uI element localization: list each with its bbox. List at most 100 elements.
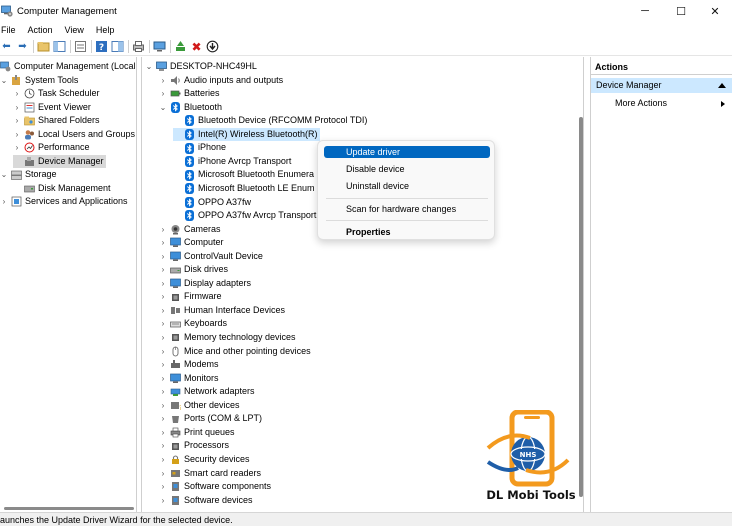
chevron-right-icon[interactable]: ›	[13, 87, 21, 101]
up-folder-icon[interactable]	[37, 40, 50, 53]
chevron-right-icon[interactable]: ›	[159, 304, 167, 318]
device-item-intel-r-wireless-bluetooth-r[interactable]: Intel(R) Wireless Bluetooth(R)	[173, 127, 320, 142]
chevron-right-icon[interactable]: ›	[159, 277, 167, 291]
device-item-desktop-nhc49hl[interactable]: ⌄ DESKTOP-NHC49HL	[145, 60, 257, 74]
chevron-right-icon[interactable]: ›	[159, 358, 167, 372]
context-disable-device[interactable]: Disable device	[324, 163, 490, 175]
horizontal-scrollbar[interactable]	[4, 507, 134, 510]
chevron-right-icon[interactable]: ›	[159, 263, 167, 277]
tree-item-event-viewer[interactable]: › Event Viewer	[13, 101, 91, 115]
tree-item-system-tools[interactable]: ⌄ System Tools	[0, 74, 78, 88]
device-item-computer[interactable]: › Computer	[159, 236, 224, 250]
chevron-right-icon[interactable]: ›	[159, 87, 167, 101]
chevron-right-icon[interactable]: ›	[13, 128, 21, 142]
maximize-button[interactable]: ☐	[664, 0, 698, 22]
chevron-right-icon[interactable]: ›	[159, 250, 167, 264]
chevron-right-icon[interactable]: ›	[159, 399, 167, 413]
properties-icon[interactable]	[74, 40, 87, 53]
tree-item-device-manager[interactable]: Device Manager	[13, 154, 106, 168]
forward-arrow-icon[interactable]: ➡	[16, 40, 29, 53]
device-item-oppo-a37fw-avrcp-transport[interactable]: OPPO A37fw Avrcp Transport	[173, 209, 316, 223]
context-scan-for-hardware-changes[interactable]: Scan for hardware changes	[324, 203, 490, 215]
help-icon[interactable]: ?	[95, 40, 108, 53]
more-actions[interactable]: More Actions	[615, 98, 667, 108]
device-item-iphone-avrcp-transport[interactable]: iPhone Avrcp Transport	[173, 155, 291, 169]
device-item-audio-inputs-and-outputs[interactable]: › Audio inputs and outputs	[159, 74, 283, 88]
chevron-down-icon[interactable]: ⌄	[0, 168, 8, 182]
collapse-arrow-icon[interactable]	[718, 83, 726, 88]
chevron-right-icon[interactable]: ›	[13, 141, 21, 155]
device-item-security-devices[interactable]: › Security devices	[159, 453, 250, 467]
chevron-right-icon[interactable]: ›	[159, 426, 167, 440]
device-item-software-devices[interactable]: › Software devices	[159, 494, 253, 508]
device-item-microsoft-bluetooth-le-enum[interactable]: Microsoft Bluetooth LE Enum	[173, 182, 315, 196]
device-item-bluetooth-device-rfcomm-protocol-tdi[interactable]: Bluetooth Device (RFCOMM Protocol TDI)	[173, 114, 367, 128]
device-item-batteries[interactable]: › Batteries	[159, 87, 220, 101]
device-item-microsoft-bluetooth-enumera[interactable]: Microsoft Bluetooth Enumera	[173, 168, 314, 182]
menu-view[interactable]: View	[65, 25, 84, 35]
update-driver-icon[interactable]	[174, 40, 187, 53]
tree-item-performance[interactable]: › Performance	[13, 141, 90, 155]
device-item-print-queues[interactable]: › Print queues	[159, 426, 235, 440]
device-item-disk-drives[interactable]: › Disk drives	[159, 263, 228, 277]
device-item-modems[interactable]: › Modems	[159, 358, 219, 372]
device-item-mice-and-other-pointing-devices[interactable]: › Mice and other pointing devices	[159, 345, 311, 359]
chevron-right-icon[interactable]: ›	[159, 74, 167, 88]
back-arrow-icon[interactable]: ⬅	[0, 40, 13, 53]
chevron-right-icon[interactable]: ›	[0, 195, 8, 209]
chevron-right-icon[interactable]: ›	[159, 317, 167, 331]
chevron-down-icon[interactable]: ⌄	[145, 60, 153, 74]
tree-item-computer-management-local[interactable]: Computer Management (Local	[0, 60, 136, 74]
chevron-right-icon[interactable]: ›	[159, 236, 167, 250]
chevron-right-icon[interactable]: ›	[159, 385, 167, 399]
chevron-right-icon[interactable]: ›	[159, 345, 167, 359]
chevron-right-icon[interactable]: ›	[159, 223, 167, 237]
device-item-human-interface-devices[interactable]: › Human Interface Devices	[159, 304, 285, 318]
device-item-memory-technology-devices[interactable]: › Memory technology devices	[159, 331, 296, 345]
chevron-right-icon[interactable]: ›	[13, 114, 21, 128]
tree-item-local-users-and-groups[interactable]: › Local Users and Groups	[13, 128, 135, 142]
actions-device-manager[interactable]: Device Manager	[591, 78, 732, 93]
scan-hardware-icon[interactable]	[153, 40, 166, 53]
chevron-right-icon[interactable]: ›	[159, 480, 167, 494]
tree-item-disk-management[interactable]: Disk Management	[13, 182, 111, 196]
show-hide-console-tree-icon[interactable]	[53, 40, 66, 53]
download-circle-icon[interactable]	[206, 40, 219, 53]
chevron-right-icon[interactable]: ›	[159, 494, 167, 508]
chevron-right-icon[interactable]: ›	[159, 331, 167, 345]
context-uninstall-device[interactable]: Uninstall device	[324, 180, 490, 192]
device-item-keyboards[interactable]: › Keyboards	[159, 317, 227, 331]
menu-help[interactable]: Help	[96, 25, 115, 35]
device-item-cameras[interactable]: › Cameras	[159, 223, 221, 237]
view-icon[interactable]	[111, 40, 124, 53]
chevron-right-icon[interactable]: ›	[159, 439, 167, 453]
device-item-software-components[interactable]: › Software components	[159, 480, 271, 494]
chevron-right-icon[interactable]: ›	[13, 101, 21, 115]
device-item-monitors[interactable]: › Monitors	[159, 372, 219, 386]
device-item-display-adapters[interactable]: › Display adapters	[159, 277, 251, 291]
tree-item-shared-folders[interactable]: › Shared Folders	[13, 114, 100, 128]
uninstall-x-icon[interactable]: ✖	[190, 40, 203, 54]
device-item-bluetooth[interactable]: ⌄ Bluetooth	[159, 101, 222, 115]
device-item-smart-card-readers[interactable]: › Smart card readers	[159, 467, 261, 481]
tree-item-services-and-applications[interactable]: › Services and Applications	[0, 195, 128, 209]
device-item-controlvault-device[interactable]: › ControlVault Device	[159, 250, 263, 264]
device-item-oppo-a37fw[interactable]: OPPO A37fw	[173, 196, 251, 210]
chevron-right-icon[interactable]: ›	[159, 412, 167, 426]
context-properties[interactable]: Properties	[324, 226, 490, 238]
device-item-iphone[interactable]: iPhone	[173, 141, 226, 155]
chevron-right-icon[interactable]: ›	[159, 290, 167, 304]
menu-action[interactable]: Action	[28, 25, 53, 35]
chevron-right-icon[interactable]: ›	[159, 467, 167, 481]
device-item-network-adapters[interactable]: › Network adapters	[159, 385, 255, 399]
device-item-processors[interactable]: › Processors	[159, 439, 229, 453]
chevron-right-icon[interactable]: ›	[159, 372, 167, 386]
tree-item-task-scheduler[interactable]: › Task Scheduler	[13, 87, 100, 101]
device-item-firmware[interactable]: › Firmware	[159, 290, 222, 304]
tree-item-storage[interactable]: ⌄ Storage	[0, 168, 57, 182]
device-item-ports-com-lpt[interactable]: › Ports (COM & LPT)	[159, 412, 262, 426]
close-button[interactable]: ✕	[698, 0, 732, 22]
device-item-other-devices[interactable]: ›?Other devices	[159, 399, 240, 413]
minimize-button[interactable]: ─	[628, 0, 662, 22]
menu-file[interactable]: File	[1, 25, 16, 35]
